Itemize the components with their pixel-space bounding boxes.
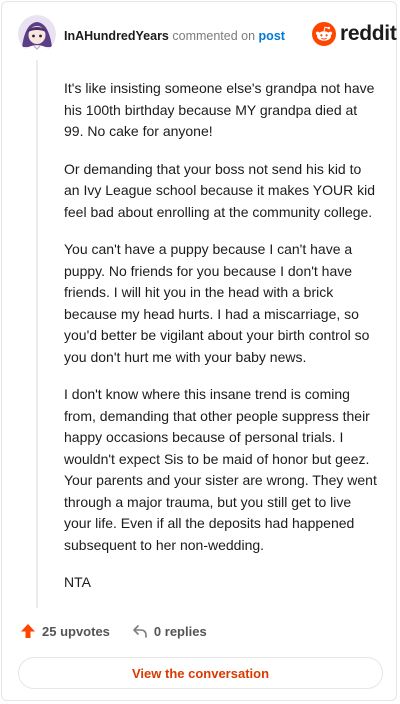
comment-body: It's like insisting someone else's grand… xyxy=(64,78,380,610)
comment-footer: 25 upvotes 0 replies xyxy=(20,623,207,639)
comment-paragraph: NTA xyxy=(64,574,91,590)
comment-paragraph: Or demanding that your boss not send his… xyxy=(64,160,376,220)
comment-card: InAHundredYears commented on post reddit… xyxy=(1,1,397,701)
reddit-snoo-icon xyxy=(312,22,336,46)
comment-paragraph: I don't know where this insane trend is … xyxy=(64,386,377,553)
reddit-logo[interactable]: reddit xyxy=(312,22,397,46)
comment-paragraph: It's like insisting someone else's grand… xyxy=(64,80,375,139)
view-conversation-button[interactable]: View the conversation xyxy=(18,657,383,689)
comment-header: InAHundredYears commented on post xyxy=(64,28,285,44)
commented-on-text: commented on xyxy=(172,29,256,43)
comment-paragraph: You can't have a puppy because I can't h… xyxy=(64,241,370,365)
upvote-count[interactable]: 25 upvotes xyxy=(20,623,110,639)
reply-arrow-icon xyxy=(133,625,147,638)
reply-count[interactable]: 0 replies xyxy=(132,623,207,639)
username[interactable]: InAHundredYears xyxy=(64,29,169,43)
post-link[interactable]: post xyxy=(259,29,285,43)
avatar-image xyxy=(18,15,56,53)
upvote-arrow-icon xyxy=(21,624,35,638)
reddit-wordmark: reddit xyxy=(340,22,397,45)
thread-line xyxy=(36,60,38,608)
replies-label: 0 replies xyxy=(153,623,207,639)
avatar[interactable] xyxy=(18,15,56,53)
upvotes-label: 25 upvotes xyxy=(42,623,110,639)
